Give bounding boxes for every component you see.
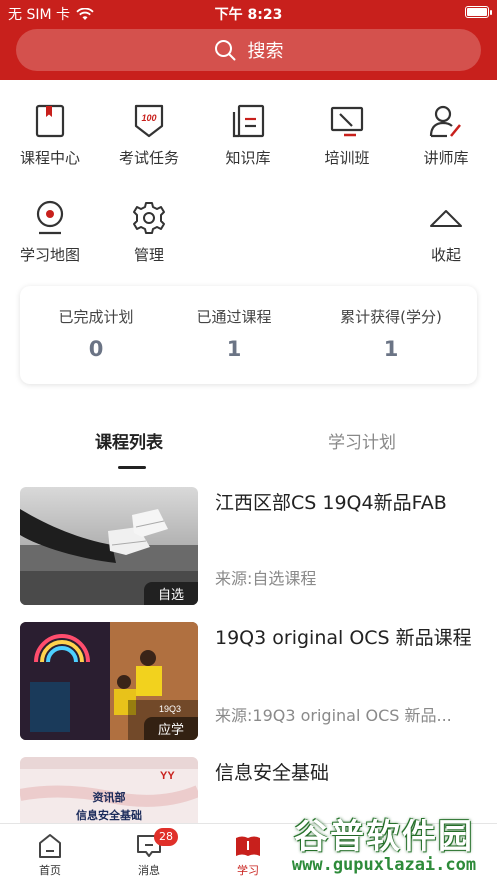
course-badge: 应学 bbox=[143, 717, 198, 740]
stat-passed-courses[interactable]: 已通过课程 1 bbox=[158, 286, 310, 384]
status-time: 下午 8:23 bbox=[214, 7, 283, 23]
status-bar: 无 SIM 卡 下午 8:23 bbox=[0, 0, 497, 24]
stats-card: 已完成计划 0 已通过课程 1 累计获得(学分) 1 bbox=[20, 286, 477, 384]
tab-course-list[interactable]: 课程列表 bbox=[95, 428, 163, 453]
course-badge: 自选 bbox=[143, 582, 198, 605]
svg-text:YY: YY bbox=[160, 770, 175, 782]
menu-exam-tasks[interactable]: 100 考试任务 bbox=[104, 88, 194, 168]
menu-knowledge-base[interactable]: 知识库 bbox=[203, 88, 293, 168]
watermark-title: 谷普软件园 bbox=[294, 817, 474, 857]
thumb-caption-2: 信息安全基础 bbox=[76, 808, 142, 822]
menu-manage[interactable]: 管理 bbox=[104, 185, 194, 265]
exam-badge-icon: 100 bbox=[129, 102, 169, 139]
collapse-icon bbox=[426, 199, 466, 236]
watermark-url: www.gupuxlazai.com bbox=[291, 855, 477, 875]
battery-icon bbox=[465, 6, 489, 18]
tabbar-messages[interactable]: 消息 28 bbox=[109, 824, 189, 883]
search-icon bbox=[214, 40, 235, 61]
battery-tip bbox=[490, 10, 492, 15]
svg-text:100: 100 bbox=[141, 113, 156, 123]
book-icon bbox=[30, 102, 70, 139]
course-item[interactable]: 19Q3 应学 19Q3 original OCS 新品课程 来源:19Q3 o… bbox=[20, 622, 480, 740]
classroom-icon bbox=[327, 102, 367, 139]
lecturer-icon bbox=[426, 102, 466, 139]
gear-icon bbox=[129, 199, 169, 236]
tab-learning-plan[interactable]: 学习计划 bbox=[328, 428, 396, 453]
watermark: 谷普软件园 www.gupuxlazai.com bbox=[274, 803, 494, 881]
knowledge-icon bbox=[228, 102, 268, 139]
header: 无 SIM 卡 下午 8:23 搜索 bbox=[0, 0, 497, 80]
course-title: 江西区部CS 19Q4新品FAB bbox=[215, 492, 447, 514]
home-icon bbox=[39, 834, 61, 858]
menu-lecturer-base[interactable]: 讲师库 bbox=[401, 88, 491, 168]
menu-training-class[interactable]: 培训班 bbox=[302, 88, 392, 168]
course-photo: YY 资讯部 信息安全基础 bbox=[20, 757, 198, 823]
menu-course-center[interactable]: 课程中心 bbox=[5, 88, 95, 168]
course-thumbnail: 自选 bbox=[20, 487, 198, 605]
menu-learning-map[interactable]: 学习地图 bbox=[5, 185, 95, 265]
stat-credits[interactable]: 累计获得(学分) 1 bbox=[315, 286, 467, 384]
search-bar[interactable]: 搜索 bbox=[16, 29, 481, 71]
message-count-badge: 28 bbox=[154, 828, 178, 846]
thumb-caption-1: 资讯部 bbox=[93, 790, 126, 804]
course-thumbnail: 19Q3 应学 bbox=[20, 622, 198, 740]
tabbar-home[interactable]: 首页 bbox=[10, 824, 90, 883]
course-source: 来源:自选课程 bbox=[215, 569, 317, 588]
thumb-caption: 19Q3 bbox=[159, 704, 181, 714]
course-thumbnail: YY 资讯部 信息安全基础 bbox=[20, 757, 198, 823]
course-source: 来源:19Q3 original OCS 新品... bbox=[215, 706, 452, 725]
course-title: 信息安全基础 bbox=[215, 762, 330, 784]
open-book-icon bbox=[236, 836, 260, 856]
menu-collapse[interactable]: 收起 bbox=[401, 185, 491, 265]
course-title: 19Q3 original OCS 新品课程 bbox=[215, 627, 472, 649]
stat-completed-plans[interactable]: 已完成计划 0 bbox=[20, 286, 172, 384]
tab-active-indicator bbox=[118, 466, 146, 469]
course-item[interactable]: 自选 江西区部CS 19Q4新品FAB 来源:自选课程 bbox=[20, 487, 480, 605]
map-pin-icon bbox=[30, 199, 70, 236]
search-placeholder: 搜索 bbox=[247, 41, 284, 62]
